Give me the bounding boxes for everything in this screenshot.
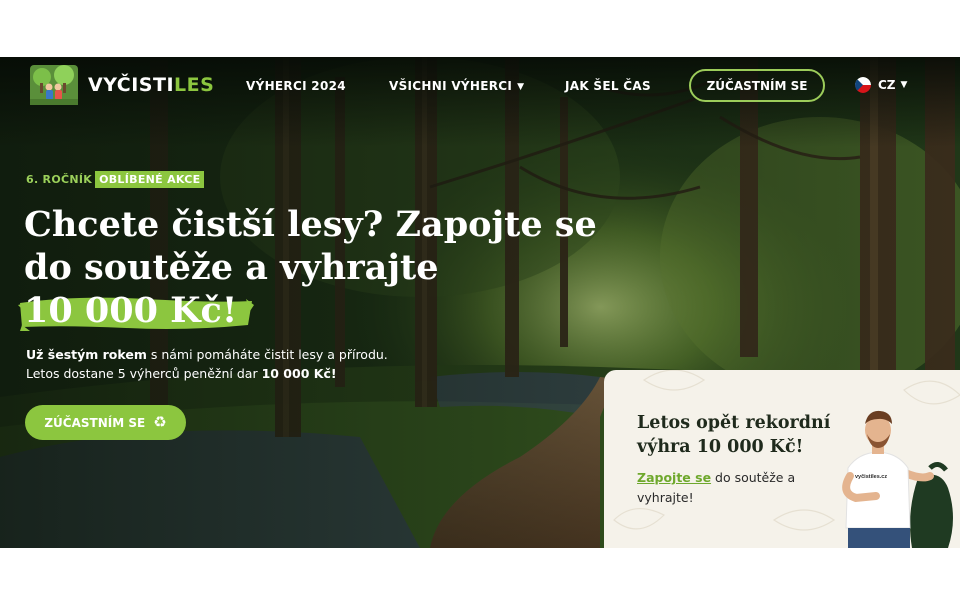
edition-badge: 6. ROČNÍK OBLÍBENÉ AKCE <box>26 171 205 188</box>
headline-line-1: Chcete čistší lesy? Zapojte se <box>24 204 597 245</box>
promo-card: Letos opět rekordní výhra 10 000 Kč! Zap… <box>604 370 960 548</box>
logo-text-accent: LES <box>174 74 215 96</box>
site-logo[interactable]: VYČISTILES <box>30 65 214 105</box>
headline-amount-highlight: 10 000 Kč! <box>18 289 254 332</box>
logo-wordmark: VYČISTILES <box>88 74 214 96</box>
nav-link-all-winners[interactable]: VŠICHNI VÝHERCI ▼ <box>389 79 524 93</box>
hero-lead-text: Už šestým rokem s námi pomáháte čistit l… <box>26 345 406 383</box>
header-participate-button[interactable]: ZÚČASTNÍM SE <box>689 69 825 102</box>
headline-amount: 10 000 Kč! <box>24 290 238 331</box>
volunteer-with-trash-bag-image: vyčistiles.cz <box>842 410 953 548</box>
badge-popular: OBLÍBENÉ AKCE <box>95 171 205 188</box>
language-code: CZ <box>878 78 896 92</box>
nav-link-timeline[interactable]: JAK ŠEL ČAS <box>565 79 651 93</box>
caret-down-icon: ▼ <box>517 82 525 92</box>
lead-bold: Už šestým rokem <box>26 347 147 362</box>
language-switcher[interactable]: CZ ▼ <box>855 77 907 93</box>
nav-link-all-winners-label: VŠICHNI VÝHERCI <box>389 79 513 93</box>
lead-amount: 10 000 Kč! <box>261 366 337 381</box>
nav-link-winners-2024[interactable]: VÝHERCI 2024 <box>246 79 346 93</box>
website-viewport: VYČISTILES VÝHERCI 2024 VŠICHNI VÝHERCI ▼… <box>0 57 960 548</box>
caret-down-icon: ▼ <box>900 80 908 90</box>
hero-participate-label: ZÚČASTNÍM SE <box>44 415 146 430</box>
logo-text-main: VYČISTI <box>88 74 175 96</box>
czech-flag-icon <box>855 77 871 93</box>
hero-headline: Chcete čistší lesy? Zapojte se do soutěž… <box>18 203 604 332</box>
promo-text: Zapojte se do soutěže a vyhrajte! <box>637 468 807 508</box>
main-navigation: VYČISTILES VÝHERCI 2024 VŠICHNI VÝHERCI ▼… <box>0 57 960 117</box>
hero-participate-button[interactable]: ZÚČASTNÍM SE ♻ <box>25 405 186 440</box>
badge-year: 6. ROČNÍK <box>26 173 93 186</box>
shirt-text: vyčistiles.cz <box>855 474 887 480</box>
promo-participate-link[interactable]: Zapojte se <box>637 470 711 485</box>
headline-line-2: do soutěže a vyhrajte <box>24 247 439 288</box>
recycle-icon: ♻ <box>153 413 167 431</box>
volunteers-forest-logo-icon <box>30 65 78 105</box>
